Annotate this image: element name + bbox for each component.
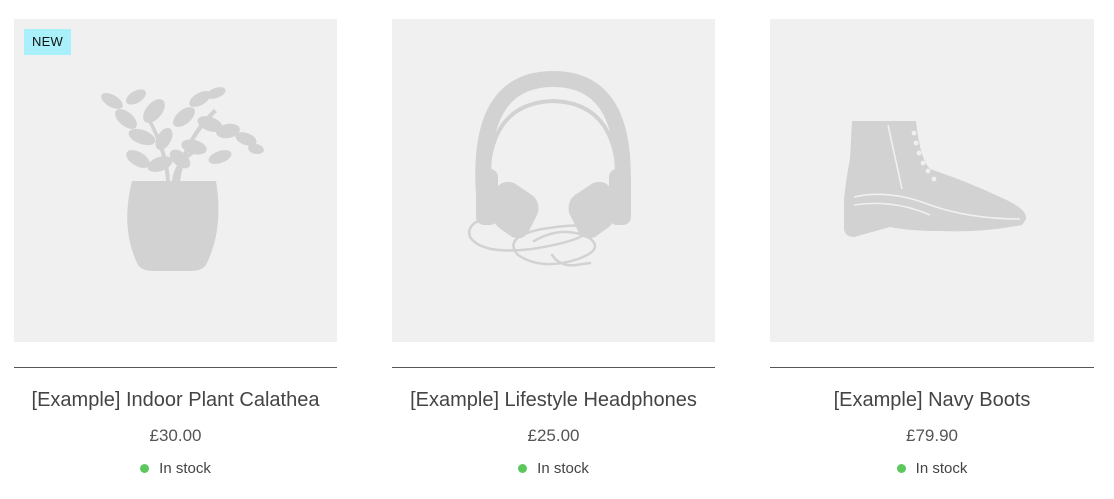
stock-label: In stock [159, 460, 211, 477]
product-title[interactable]: [Example] Lifestyle Headphones [392, 388, 715, 412]
in-stock-dot-icon [518, 464, 528, 473]
plant-icon [101, 87, 264, 271]
in-stock-dot-icon [896, 464, 906, 473]
divider [14, 367, 337, 368]
divider [770, 367, 1094, 368]
product-image[interactable] [770, 19, 1094, 342]
divider [392, 367, 715, 368]
product-price: £79.90 [906, 426, 958, 445]
boot-icon [844, 121, 1027, 237]
new-badge: NEW [24, 29, 71, 55]
stock-status: In stock [14, 460, 337, 478]
stock-label: In stock [537, 460, 589, 477]
product-grid: NEW [Example] Indoor Plant Calathea £30.… [0, 0, 1114, 499]
product-title[interactable]: [Example] Navy Boots [770, 388, 1094, 412]
product-price: £25.00 [527, 426, 580, 445]
product-card: NEW [Example] Indoor Plant Calathea £30.… [14, 19, 337, 478]
stock-status: In stock [770, 460, 1094, 478]
product-price: £30.00 [149, 426, 202, 445]
product-title[interactable]: [Example] Indoor Plant Calathea [14, 388, 337, 412]
product-image[interactable]: NEW [14, 19, 337, 342]
product-card: [Example] Lifestyle Headphones £25.00 In… [392, 19, 715, 478]
headphones-icon [467, 70, 631, 267]
product-image[interactable] [392, 19, 715, 342]
product-card: [Example] Navy Boots £79.90 In stock [770, 19, 1094, 478]
in-stock-dot-icon [140, 464, 150, 473]
stock-status: In stock [392, 460, 715, 478]
stock-label: In stock [915, 460, 968, 477]
